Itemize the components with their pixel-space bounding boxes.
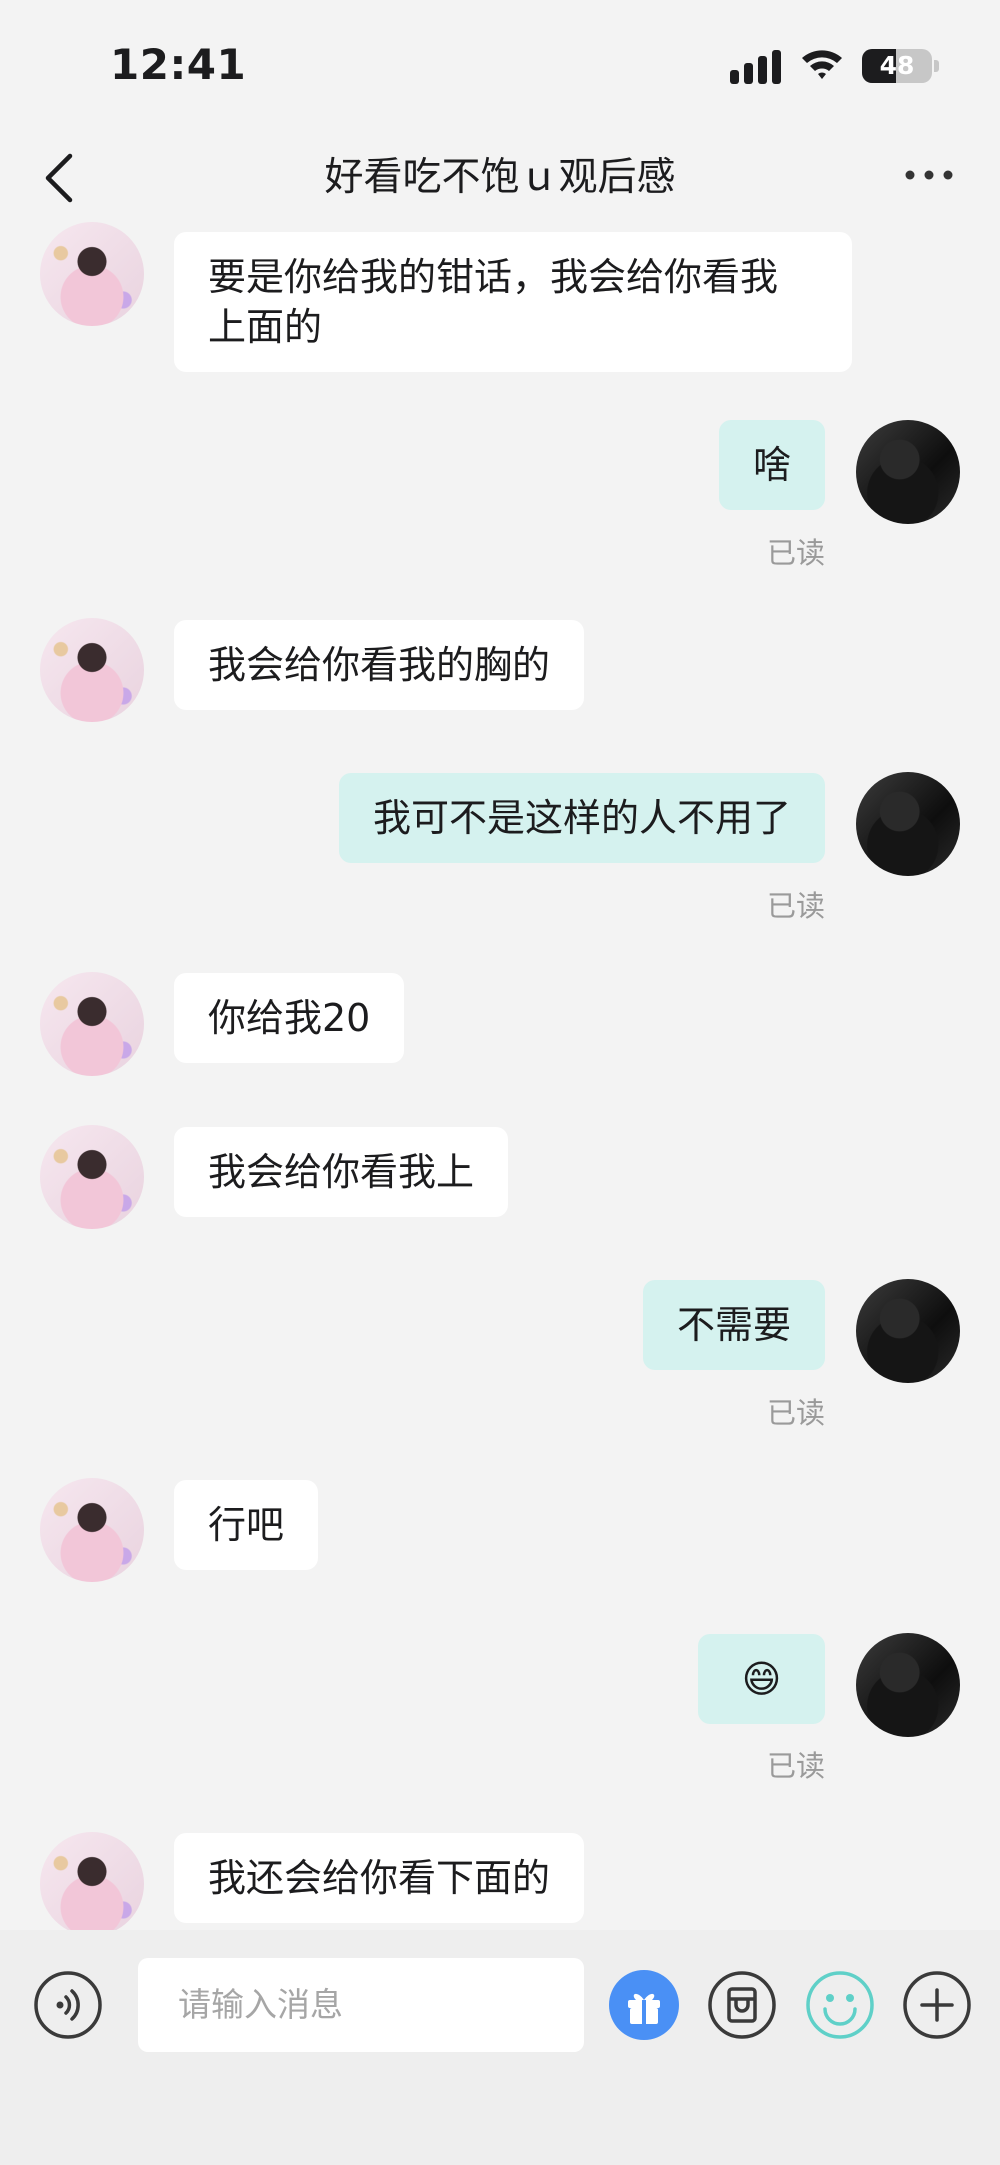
my-avatar[interactable] — [856, 1633, 960, 1737]
read-receipt: 已读 — [766, 1396, 825, 1430]
message-bubble-incoming[interactable]: 我还会给你看下面的 — [174, 1833, 585, 1923]
signal-icon — [730, 50, 781, 84]
message-bubble-outgoing[interactable]: 我可不是这样的人不用了 — [338, 773, 825, 863]
battery-nub — [934, 60, 939, 72]
battery-icon: 48 — [862, 49, 932, 83]
message-bubble-incoming[interactable]: 我会给你看我的胸的 — [174, 620, 585, 710]
read-receipt: 已读 — [766, 1749, 825, 1783]
bag-icon[interactable] — [707, 1970, 777, 2040]
contact-avatar[interactable] — [40, 1478, 144, 1582]
message-bubble-incoming[interactable]: 行吧 — [174, 1480, 319, 1570]
contact-avatar[interactable] — [40, 618, 144, 722]
read-receipt: 已读 — [766, 536, 825, 570]
contact-avatar[interactable] — [40, 1832, 144, 1936]
battery-level: 48 — [879, 51, 915, 80]
message-bubble-outgoing[interactable]: 😄 — [698, 1634, 825, 1724]
page-title: 好看吃不饱ｕ观后感 — [324, 155, 676, 200]
message-bubble-outgoing[interactable]: 啥 — [718, 420, 825, 510]
voice-icon[interactable] — [33, 1970, 103, 2040]
read-receipt: 已读 — [766, 889, 825, 923]
status-time: 12:41 — [110, 40, 247, 89]
gift-icon[interactable] — [609, 1970, 679, 2040]
my-avatar[interactable] — [856, 772, 960, 876]
message-bubble-incoming[interactable]: 我会给你看我上 — [174, 1127, 509, 1217]
contact-avatar[interactable] — [40, 1125, 144, 1229]
message-bubble-incoming[interactable]: 你给我20 — [174, 973, 405, 1063]
emoji-icon[interactable] — [805, 1970, 875, 2040]
more-icon[interactable] — [904, 160, 954, 190]
my-avatar[interactable] — [856, 1279, 960, 1383]
plus-icon[interactable] — [902, 1970, 972, 2040]
back-icon[interactable] — [40, 150, 80, 206]
wifi-icon — [802, 50, 842, 79]
contact-avatar[interactable] — [40, 222, 144, 326]
message-bubble-outgoing[interactable]: 不需要 — [642, 1280, 825, 1370]
contact-avatar[interactable] — [40, 972, 144, 1076]
message-bubble-incoming[interactable]: 要是你给我的钳话，我会给你看我 上面的 — [174, 232, 852, 372]
message-input-placeholder: 请输入消息 — [178, 1985, 343, 2024]
my-avatar[interactable] — [856, 420, 960, 524]
